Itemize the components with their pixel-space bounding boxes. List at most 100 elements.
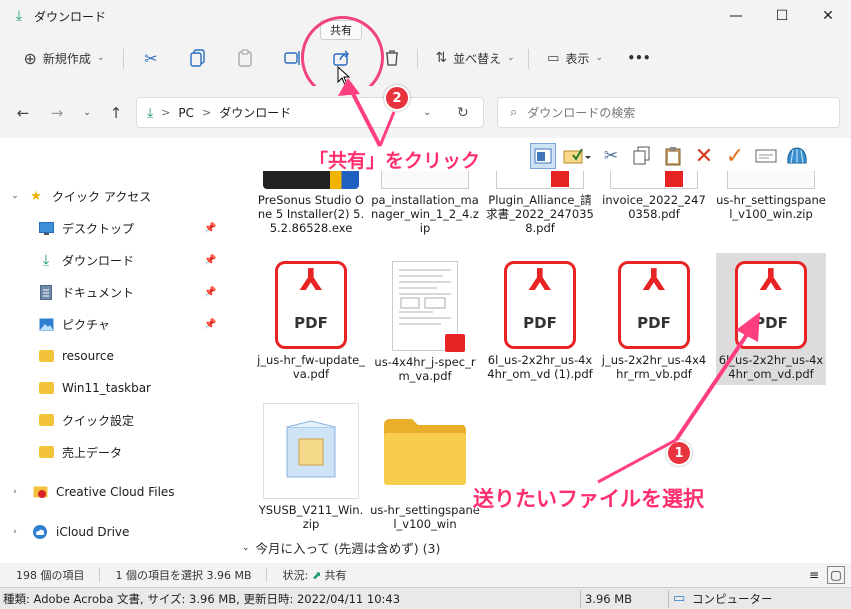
location: コンピューター [692,591,773,606]
paste-icon [238,49,252,67]
chevron-right-icon[interactable]: › [8,487,22,497]
sidebar-item-sales-data[interactable]: 売上データ [0,438,232,466]
selection-info: 1 個の項目を選択 3.96 MB [115,569,252,582]
rename-icon [284,51,300,65]
chevron-down-icon[interactable]: ⌄ [8,191,22,201]
annotation-select-file: 送りたいファイルを選択 [473,487,704,511]
address-bar[interactable]: ⤓ > PC > ダウンロード ⌄ ↻ [136,97,484,128]
details-bar: 種類: Adobe Acroba 文書, サイズ: 3.96 MB, 更新日時:… [0,587,851,609]
pin-icon: 📌 [204,254,217,266]
sidebar-label: クイック設定 [62,413,135,428]
scissors-icon[interactable]: ✂ [598,143,624,169]
state-value: 共有 [324,569,347,582]
pdf-file-icon: ⅄ PDF [504,261,576,349]
sidebar-label: 売上データ [62,445,123,460]
file-item[interactable]: YSUSB_V211_Win.zip [256,403,366,531]
file-name: j_us-2x2hr_us-4x4hr_rm_vb.pdf [601,353,707,381]
sidebar-quick-access[interactable]: ⌄ ★ クイック アクセス [0,182,232,210]
folder-icon [38,380,54,396]
breadcrumb-downloads[interactable]: ダウンロード [219,104,291,121]
forward-arrow-icon[interactable]: → [46,102,68,124]
file-item[interactable]: ⅄ PDF 6l_us-2x2hr_us-4x4hr_om_vd (1).pdf [485,257,595,381]
folder-icon [38,412,54,428]
folder-icon [38,444,54,460]
search-input[interactable]: ⌕ ダウンロードの検索 [497,97,840,128]
mail-check-icon[interactable] [561,143,593,169]
sidebar-item-downloads[interactable]: ⤓ ダウンロード 📌 [0,246,232,274]
file-details: 種類: Adobe Acroba 文書, サイズ: 3.96 MB, 更新日時:… [3,591,401,606]
chevron-down-icon: ⌄ [242,542,250,553]
delete-x-icon[interactable]: ✕ [691,143,717,169]
file-item[interactable]: ⅄ PDF j_us-2x2hr_us-4x4hr_rm_vb.pdf [599,257,709,381]
sidebar-item-desktop[interactable]: デスクトップ 📌 [0,214,232,242]
file-item[interactable]: invoice_2022_2470358.pdf [599,171,709,221]
chevron-right-icon[interactable]: › [8,527,22,537]
sidebar-label: ドキュメント [62,285,135,300]
minimize-button[interactable]: — [713,0,759,32]
view-icon: ▭ [547,50,560,66]
creative-cloud-icon [32,484,48,500]
mouse-cursor-icon [337,66,351,86]
file-item-selected[interactable]: ⅄ PDF 6l_us-2x2hr_us-4x4hr_om_vd.pdf [716,253,826,385]
sidebar-item-win11-taskbar[interactable]: Win11_taskbar [0,374,232,402]
file-name: j_us-hr_fw-update_va.pdf [257,353,365,381]
file-item[interactable]: us-hr_settingspanel_v100_win.zip [716,171,826,221]
breadcrumb-pc[interactable]: PC [178,106,194,120]
group-header-this-month[interactable]: ⌄ 今月に入って (先週は含めず) (3) [242,538,440,557]
sidebar-label: Creative Cloud Files [56,485,175,499]
paste-button[interactable] [231,43,259,73]
file-item[interactable]: pa_installation_manager_win_1_2_4.zip [370,171,480,235]
sidebar-label: Win11_taskbar [62,381,151,395]
address-dropdown-chevron-icon[interactable]: ⌄ [423,107,431,118]
refresh-icon[interactable]: ↻ [457,105,469,121]
shell-icon[interactable] [784,143,810,169]
folder-item[interactable]: us-hr_settingspanel_v100_win [370,403,480,531]
file-name: us-4x4hr_j-spec_rm_va.pdf [374,355,476,383]
maximize-button[interactable]: ☐ [759,0,805,32]
annotation-badge-1: 1 [666,440,692,466]
sidebar-item-documents[interactable]: ドキュメント 📌 [0,278,232,306]
recent-locations-chevron-icon[interactable]: ⌄ [76,102,98,124]
copy-button[interactable] [184,43,212,73]
checkmark-icon[interactable]: ✓ [722,143,748,169]
sidebar-item-pictures[interactable]: ピクチャ 📌 [0,310,232,338]
file-item[interactable]: PreSonus Studio One 5 Installer(2) 5.5.2… [256,171,366,235]
file-item[interactable]: Plugin_Alliance_請求書_2022_2470358.pdf [485,171,595,235]
clipboard-icon[interactable] [660,143,686,169]
envelope-icon[interactable] [753,143,779,169]
back-arrow-icon[interactable]: ← [12,102,34,124]
file-item[interactable]: us-4x4hr_j-spec_rm_va.pdf [370,257,480,383]
address-row: ← → ⌄ ↑ ⤓ > PC > ダウンロード ⌄ ↻ ⌕ ダウンロードの検索 [0,86,851,138]
details-view-icon[interactable]: ≡ [805,566,823,584]
sidebar-creative-cloud[interactable]: › Creative Cloud Files [0,478,232,506]
sort-icon: ⇅ [435,50,448,66]
more-options-button[interactable]: ••• [624,43,654,73]
sidebar-item-resource[interactable]: resource [0,342,232,370]
pin-icon: 📌 [204,222,217,234]
view-button[interactable]: ▭ 表示 ⌄ [540,43,610,73]
new-button[interactable]: ⊕ 新規作成 ⌄ [14,43,114,73]
zip-thumbnail-icon [263,403,359,499]
title-bar: ⤓ ダウンロード — ☐ ✕ [0,0,851,32]
view-label: 表示 [565,51,590,66]
sidebar-item-quick-settings[interactable]: クイック設定 [0,406,232,434]
sidebar-label: デスクトップ [62,221,135,236]
window-title: ダウンロード [34,9,107,24]
group-header-label: 今月に入って (先週は含めず) (3) [255,541,441,556]
sort-button[interactable]: ⇅ 並べ替え ⌄ [430,43,520,73]
copy-icon[interactable] [629,143,655,169]
cut-button[interactable]: ✂ [137,43,165,73]
status-bar: 198 個の項目 1 個の項目を選択 3.96 MB 状況: ⬈ 共有 [0,563,851,587]
sidebar-icloud[interactable]: › iCloud Drive [0,518,232,546]
search-icon: ⌕ [510,105,518,120]
desktop-icon [38,220,54,236]
annotation-click-share: 「共有」をクリック [309,150,481,172]
close-button[interactable]: ✕ [805,0,851,32]
preview-pane-icon[interactable] [530,143,556,169]
chevron-down-icon: ⌄ [96,53,105,63]
file-size: 3.96 MB [585,591,633,606]
file-item[interactable]: ⅄ PDF j_us-hr_fw-update_va.pdf [256,257,366,381]
large-icons-view-icon[interactable]: ▢ [827,566,845,584]
up-arrow-icon[interactable]: ↑ [105,102,127,124]
star-icon: ★ [30,188,42,204]
